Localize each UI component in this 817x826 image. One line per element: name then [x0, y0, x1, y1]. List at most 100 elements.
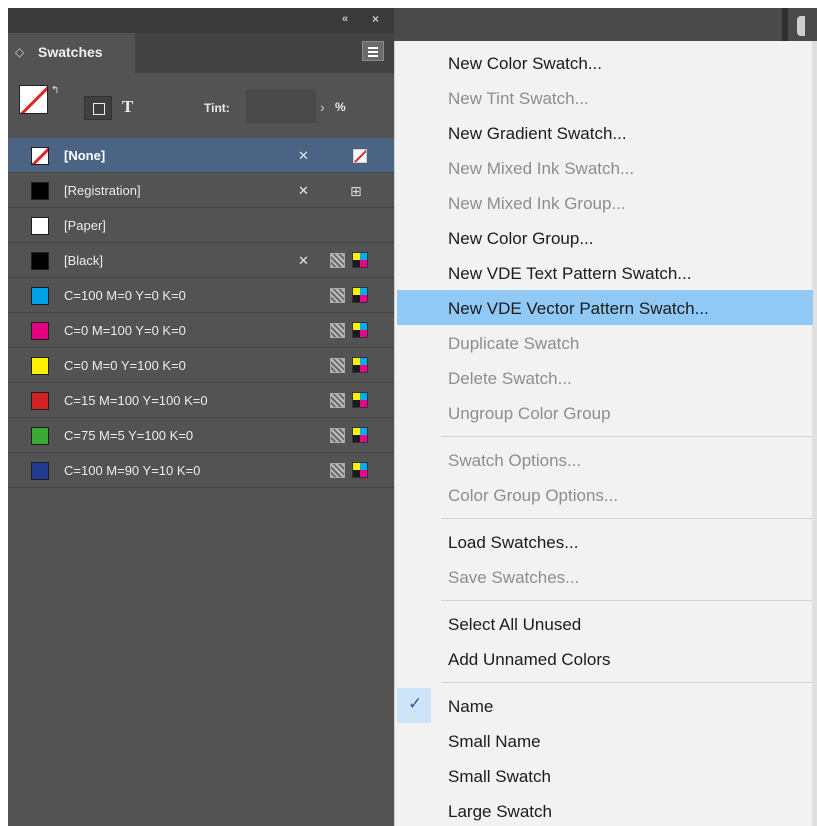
- panel-tab-bar: ◇ Swatches: [8, 33, 394, 73]
- cmyk-mode-icon: [352, 322, 368, 338]
- hamburger-icon-line: [368, 55, 378, 57]
- swatch-name: C=0 M=100 Y=0 K=0: [64, 323, 186, 338]
- swatch-row[interactable]: C=100 M=90 Y=10 K=0: [8, 453, 394, 488]
- menu-item[interactable]: New Gradient Swatch...: [395, 115, 812, 150]
- swatch-row[interactable]: [Registration] ✕ ⊞: [8, 173, 394, 208]
- panel-title-strip: [8, 8, 394, 33]
- menu-item[interactable]: New Color Swatch...: [395, 45, 812, 80]
- menu-item: Ungroup Color Group: [395, 395, 812, 430]
- fill-stroke-selector[interactable]: ↰: [19, 85, 67, 133]
- swatch-name: C=75 M=5 Y=100 K=0: [64, 428, 194, 443]
- menu-item[interactable]: Large Swatch: [395, 793, 812, 826]
- menu-item-label: New Color Group...: [448, 229, 594, 248]
- swatch-color-chip: [31, 427, 49, 445]
- swatch-row[interactable]: C=0 M=0 Y=100 K=0: [8, 348, 394, 383]
- menu-item: New Mixed Ink Group...: [395, 185, 812, 220]
- menu-item[interactable]: Load Swatches...: [395, 524, 812, 559]
- menu-item-label: Load Swatches...: [448, 533, 579, 552]
- swatch-row[interactable]: C=75 M=5 Y=100 K=0: [8, 418, 394, 453]
- menu-item-label: Select All Unused: [448, 615, 582, 634]
- menu-separator: [441, 518, 812, 519]
- document-area-strip: [394, 8, 817, 41]
- tint-input[interactable]: [246, 89, 316, 123]
- swatch-color-chip: [31, 462, 49, 480]
- panel-menu-button[interactable]: [362, 41, 384, 61]
- swatch-color-chip: [31, 357, 49, 375]
- cmyk-mode-icon: [352, 357, 368, 373]
- tint-percent-label: %: [335, 100, 346, 114]
- menu-item[interactable]: New VDE Text Pattern Swatch...: [395, 255, 812, 290]
- swatch-color-chip: [31, 147, 49, 165]
- cmyk-mode-icon: [352, 392, 368, 408]
- swatch-row[interactable]: [Paper]: [8, 208, 394, 243]
- swatch-name: [Paper]: [64, 218, 106, 233]
- menu-item: New Mixed Ink Swatch...: [395, 150, 812, 185]
- menu-item: Save Swatches...: [395, 559, 812, 594]
- collapse-panel-icon[interactable]: «: [342, 13, 348, 25]
- menu-item: New Tint Swatch...: [395, 80, 812, 115]
- menu-item-label: Name: [448, 697, 494, 716]
- close-panel-icon[interactable]: ×: [372, 12, 379, 26]
- menu-item-label: Duplicate Swatch: [448, 334, 580, 353]
- menu-item[interactable]: Small Swatch: [395, 758, 812, 793]
- menu-item[interactable]: Add Unnamed Colors: [395, 641, 812, 676]
- cmyk-mode-icon: [352, 462, 368, 478]
- menu-item-label: Large Swatch: [448, 802, 552, 821]
- swap-fill-stroke-icon[interactable]: ↰: [51, 85, 59, 96]
- scrollbar-thumb[interactable]: [797, 16, 805, 36]
- menu-item-label: Ungroup Color Group: [448, 404, 611, 423]
- swatch-row[interactable]: C=100 M=0 Y=0 K=0: [8, 278, 394, 313]
- menu-item[interactable]: Select All Unused: [395, 606, 812, 641]
- process-color-icon: [330, 253, 345, 268]
- cmyk-mode-icon: [352, 252, 368, 268]
- tint-label: Tint:: [204, 101, 230, 115]
- formatting-affects-text-button[interactable]: T: [122, 97, 133, 117]
- swatch-color-chip: [31, 217, 49, 235]
- menu-item-label: New VDE Vector Pattern Swatch...: [448, 299, 709, 318]
- non-editable-icon: ✕: [298, 148, 309, 163]
- fill-icon[interactable]: [19, 85, 48, 114]
- menu-item-label: Add Unnamed Colors: [448, 650, 611, 669]
- process-color-icon: [330, 428, 345, 443]
- swatch-list: [None] ✕ [Registration] ✕ ⊞ [Paper] [Black] ✕ C=…: [8, 138, 394, 488]
- menu-item-label: New VDE Text Pattern Swatch...: [448, 264, 692, 283]
- swatch-name: [Registration]: [64, 183, 141, 198]
- swatch-color-chip: [31, 322, 49, 340]
- app-window: « × ◇ Swatches ↰ T Tint: › % [None] ✕ [Reg…: [0, 0, 817, 826]
- non-editable-icon: ✕: [298, 253, 309, 268]
- menu-item-label: Delete Swatch...: [448, 369, 572, 388]
- swatch-row[interactable]: [None] ✕: [8, 138, 394, 173]
- menu-separator: [441, 682, 812, 683]
- hamburger-icon-line: [368, 51, 378, 53]
- swatch-name: C=100 M=90 Y=10 K=0: [64, 463, 201, 478]
- panel-flyout-menu: New Color Swatch... New Tint Swatch... New…: [394, 41, 817, 826]
- menu-item[interactable]: New Color Group...: [395, 220, 812, 255]
- tab-swatches-label: Swatches: [38, 44, 103, 60]
- tab-swatches[interactable]: ◇ Swatches: [8, 33, 135, 73]
- swatch-name: [Black]: [64, 253, 104, 268]
- menu-item[interactable]: New VDE Vector Pattern Swatch...: [397, 290, 813, 325]
- menu-item-label: Small Swatch: [448, 767, 551, 786]
- menu-item-label: New Gradient Swatch...: [448, 124, 627, 143]
- menu-item[interactable]: ✓ Name: [395, 688, 812, 723]
- swatch-row[interactable]: [Black] ✕: [8, 243, 394, 278]
- menu-item-label: Small Name: [448, 732, 541, 751]
- menu-separator: [441, 600, 812, 601]
- swatch-color-chip: [31, 182, 49, 200]
- cmyk-mode-icon: [352, 427, 368, 443]
- swatches-panel: ◇ Swatches ↰ T Tint: › % [None] ✕ [Registr…: [8, 33, 394, 826]
- swatch-name: C=100 M=0 Y=0 K=0: [64, 288, 186, 303]
- swatch-color-chip: [31, 252, 49, 270]
- menu-separator: [441, 436, 812, 437]
- menu-item: Color Group Options...: [395, 477, 812, 512]
- menu-item-label: New Tint Swatch...: [448, 89, 589, 108]
- swatch-row[interactable]: C=15 M=100 Y=100 K=0: [8, 383, 394, 418]
- menu-item[interactable]: Small Name: [395, 723, 812, 758]
- process-color-icon: [330, 358, 345, 373]
- tint-slider-arrow-icon[interactable]: ›: [320, 99, 325, 115]
- formatting-affects-container-button[interactable]: [84, 96, 112, 120]
- panel-expand-icon[interactable]: ◇: [15, 45, 24, 59]
- swatch-row[interactable]: C=0 M=100 Y=0 K=0: [8, 313, 394, 348]
- menu-item-label: Swatch Options...: [448, 451, 582, 470]
- hamburger-icon: [368, 47, 378, 49]
